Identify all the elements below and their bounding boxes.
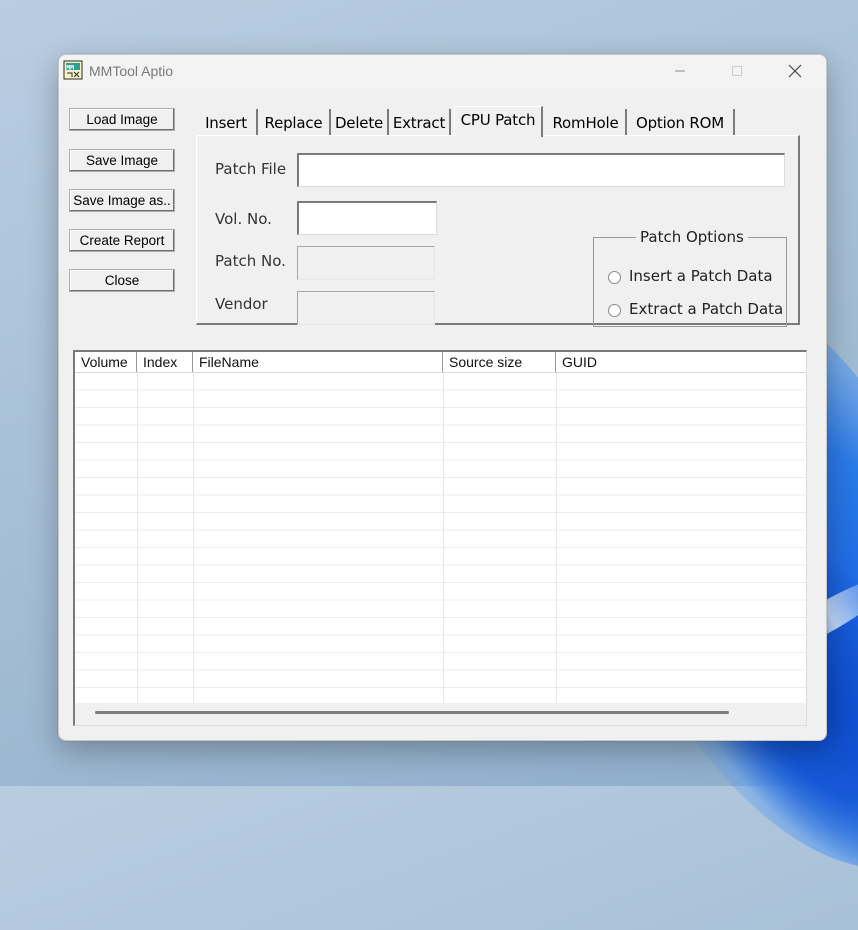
patch-no-field <box>297 246 435 280</box>
column-index[interactable]: Index <box>137 352 193 372</box>
create-report-button[interactable]: Create Report <box>69 229 175 252</box>
close-button[interactable]: Close <box>69 269 175 292</box>
vendor-field <box>297 291 435 325</box>
mmtool-window: MM MMTool Aptio Load Image Save Image Sa… <box>58 54 827 741</box>
column-filename[interactable]: FileName <box>193 352 443 372</box>
column-source-size[interactable]: Source size <box>443 352 556 372</box>
tab-option-rom[interactable]: Option ROM <box>627 109 735 135</box>
save-image-button[interactable]: Save Image <box>69 149 175 172</box>
window-title: MMTool Aptio <box>89 63 174 79</box>
load-image-button[interactable]: Load Image <box>69 108 175 131</box>
tab-extract[interactable]: Extract <box>389 109 451 135</box>
mmtool-app-icon: MM <box>63 60 83 80</box>
title-bar: MM MMTool Aptio <box>59 55 826 89</box>
tab-romhole[interactable]: RomHole <box>546 109 627 135</box>
tab-cpu-patch[interactable]: CPU Patch <box>454 106 543 137</box>
column-guid[interactable]: GUID <box>556 352 806 372</box>
patch-options-group: Patch Options Insert a Patch Data Extrac… <box>593 228 787 327</box>
insert-patch-radio[interactable] <box>608 271 621 284</box>
vol-no-label: Vol. No. <box>215 210 272 228</box>
save-image-as-button[interactable]: Save Image as.. <box>69 189 175 212</box>
extract-patch-radio[interactable] <box>608 304 621 317</box>
close-icon <box>788 64 802 78</box>
column-divider <box>193 373 194 703</box>
column-volume[interactable]: Volume <box>75 352 137 372</box>
column-divider <box>443 373 444 703</box>
scrollbar-thumb[interactable] <box>95 711 729 714</box>
horizontal-scrollbar[interactable] <box>75 703 806 725</box>
vol-no-field[interactable] <box>297 201 437 235</box>
list-header: Volume Index FileName Source size GUID <box>75 352 806 373</box>
vendor-label: Vendor <box>215 295 268 313</box>
patch-options-title: Patch Options <box>636 228 748 246</box>
file-list-view[interactable]: Volume Index FileName Source size GUID <box>73 350 807 726</box>
cpu-patch-panel: Patch File Vol. No. Patch No. Vendor Pat… <box>196 135 800 327</box>
column-divider <box>556 373 557 703</box>
insert-patch-label[interactable]: Insert a Patch Data <box>629 267 773 285</box>
patch-file-label: Patch File <box>215 160 287 178</box>
patch-no-label: Patch No. <box>215 252 286 270</box>
close-window-button[interactable] <box>772 55 818 87</box>
tab-delete[interactable]: Delete <box>331 109 389 135</box>
maximize-icon <box>732 66 742 76</box>
minimize-icon <box>675 70 685 72</box>
column-divider <box>137 373 138 703</box>
patch-file-field[interactable] <box>297 153 785 187</box>
list-body <box>75 373 806 703</box>
tab-insert[interactable]: Insert <box>196 109 258 135</box>
maximize-button[interactable] <box>714 55 760 87</box>
extract-patch-label[interactable]: Extract a Patch Data <box>629 300 783 318</box>
tab-replace[interactable]: Replace <box>258 109 331 135</box>
svg-text:MM: MM <box>66 63 74 71</box>
minimize-button[interactable] <box>657 55 703 87</box>
